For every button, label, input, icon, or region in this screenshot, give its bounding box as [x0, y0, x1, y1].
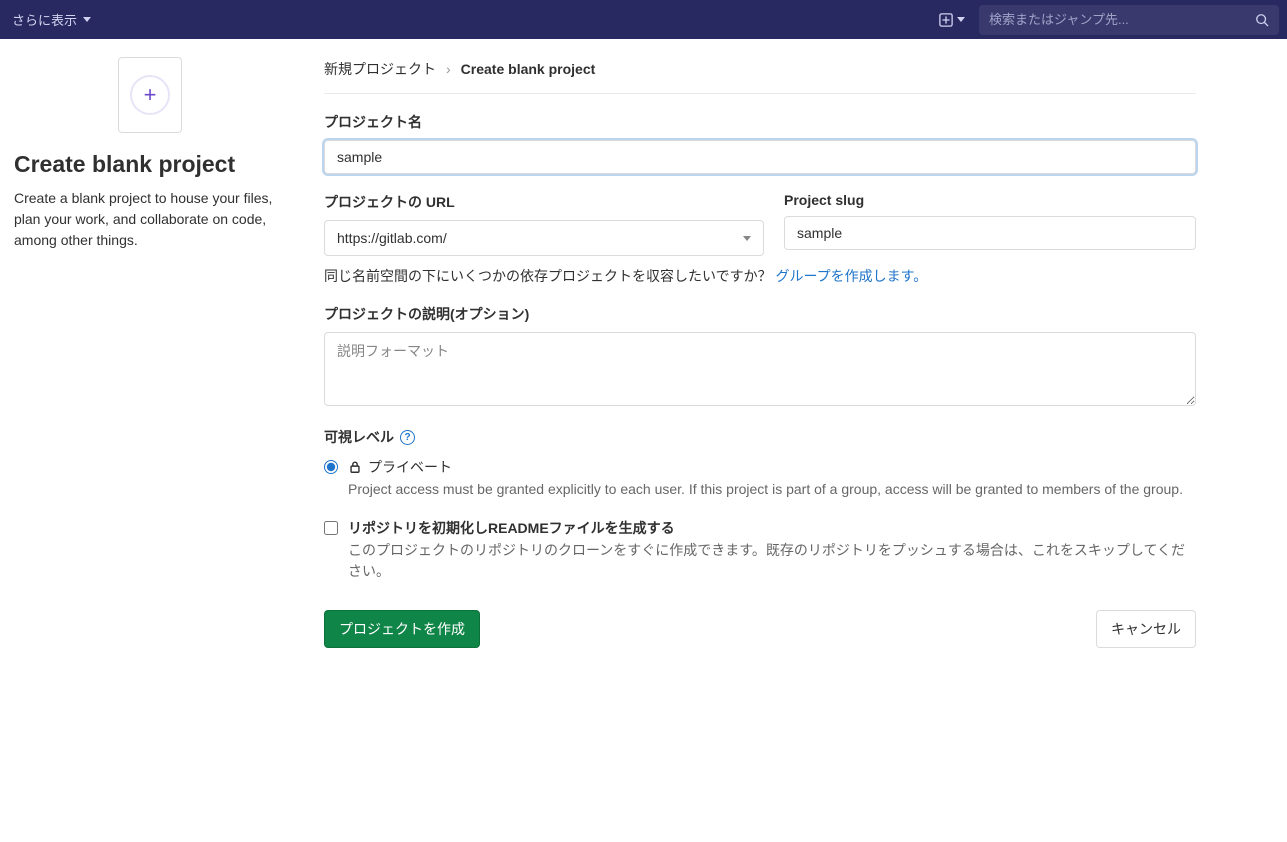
field-readme: リポジトリを初期化しREADMEファイルを生成する このプロジェクトのリポジトリ…	[324, 518, 1196, 582]
visibility-private-title: プライベート	[368, 457, 452, 477]
page: + Create blank project Create a blank pr…	[0, 39, 1287, 672]
breadcrumb-root[interactable]: 新規プロジェクト	[324, 59, 436, 79]
create-project-button[interactable]: プロジェクトを作成	[324, 610, 480, 648]
project-icon-card: +	[118, 57, 182, 133]
field-project-name: プロジェクト名	[324, 112, 1196, 174]
project-name-input[interactable]	[324, 140, 1196, 174]
cancel-button[interactable]: キャンセル	[1096, 610, 1196, 648]
visibility-private-radio[interactable]	[324, 460, 338, 474]
more-menu-label: さらに表示	[12, 10, 77, 29]
chevron-down-icon	[743, 233, 751, 244]
project-url-label: プロジェクトの URL	[324, 192, 764, 212]
new-menu[interactable]	[931, 9, 973, 31]
readme-title: リポジトリを初期化しREADMEファイルを生成する	[348, 518, 675, 538]
field-project-slug: Project slug	[784, 192, 1196, 256]
field-project-url: プロジェクトの URL https://gitlab.com/	[324, 192, 764, 256]
project-url-value: https://gitlab.com/	[337, 230, 447, 246]
main-content: 新規プロジェクト › Create blank project プロジェクト名 …	[300, 39, 1220, 672]
help-icon[interactable]: ?	[400, 430, 415, 445]
sidebar-description: Create a blank project to house your fil…	[14, 188, 286, 251]
lock-icon	[348, 460, 362, 474]
readme-option: リポジトリを初期化しREADMEファイルを生成する このプロジェクトのリポジトリ…	[324, 518, 1196, 582]
visibility-private-option: プライベート Project access must be granted ex…	[324, 457, 1196, 500]
topbar: さらに表示	[0, 0, 1287, 39]
plus-square-icon	[939, 13, 953, 27]
plus-circle-icon: +	[130, 75, 170, 115]
namespace-help-text: 同じ名前空間の下にいくつかの依存プロジェクトを収容したいですか？	[324, 268, 772, 284]
create-group-link[interactable]: グループを作成します。	[775, 268, 927, 284]
breadcrumb: 新規プロジェクト › Create blank project	[324, 39, 1196, 94]
chevron-down-icon	[83, 17, 91, 22]
project-slug-input[interactable]	[784, 216, 1196, 250]
visibility-label: 可視レベル	[324, 427, 394, 447]
chevron-down-icon	[957, 17, 965, 22]
field-description: プロジェクトの説明(オプション)	[324, 304, 1196, 409]
visibility-private-desc: Project access must be granted explicitl…	[348, 479, 1196, 500]
sidebar-title: Create blank project	[14, 151, 286, 178]
search-icon	[1255, 13, 1269, 27]
readme-checkbox[interactable]	[324, 521, 338, 535]
breadcrumb-current: Create blank project	[461, 61, 596, 77]
field-visibility: 可視レベル ? プライベート Project access must be gr…	[324, 427, 1196, 500]
breadcrumb-separator: ›	[446, 61, 451, 77]
project-slug-label: Project slug	[784, 192, 1196, 208]
topbar-right	[931, 5, 1279, 35]
more-menu[interactable]: さらに表示	[8, 10, 91, 29]
search-input[interactable]	[989, 12, 1255, 27]
search-box[interactable]	[979, 5, 1279, 35]
project-name-label: プロジェクト名	[324, 112, 1196, 132]
description-label: プロジェクトの説明(オプション)	[324, 304, 1196, 324]
namespace-help: 同じ名前空間の下にいくつかの依存プロジェクトを収容したいですか？ グループを作成…	[324, 266, 1196, 286]
project-url-select[interactable]: https://gitlab.com/	[324, 220, 764, 256]
url-slug-row: プロジェクトの URL https://gitlab.com/ Project …	[324, 192, 1196, 256]
sidebar: + Create blank project Create a blank pr…	[0, 39, 300, 672]
description-textarea[interactable]	[324, 332, 1196, 406]
form-actions: プロジェクトを作成 キャンセル	[324, 610, 1196, 648]
readme-desc: このプロジェクトのリポジトリのクローンをすぐに作成できます。既存のリポジトリをプ…	[348, 540, 1196, 582]
